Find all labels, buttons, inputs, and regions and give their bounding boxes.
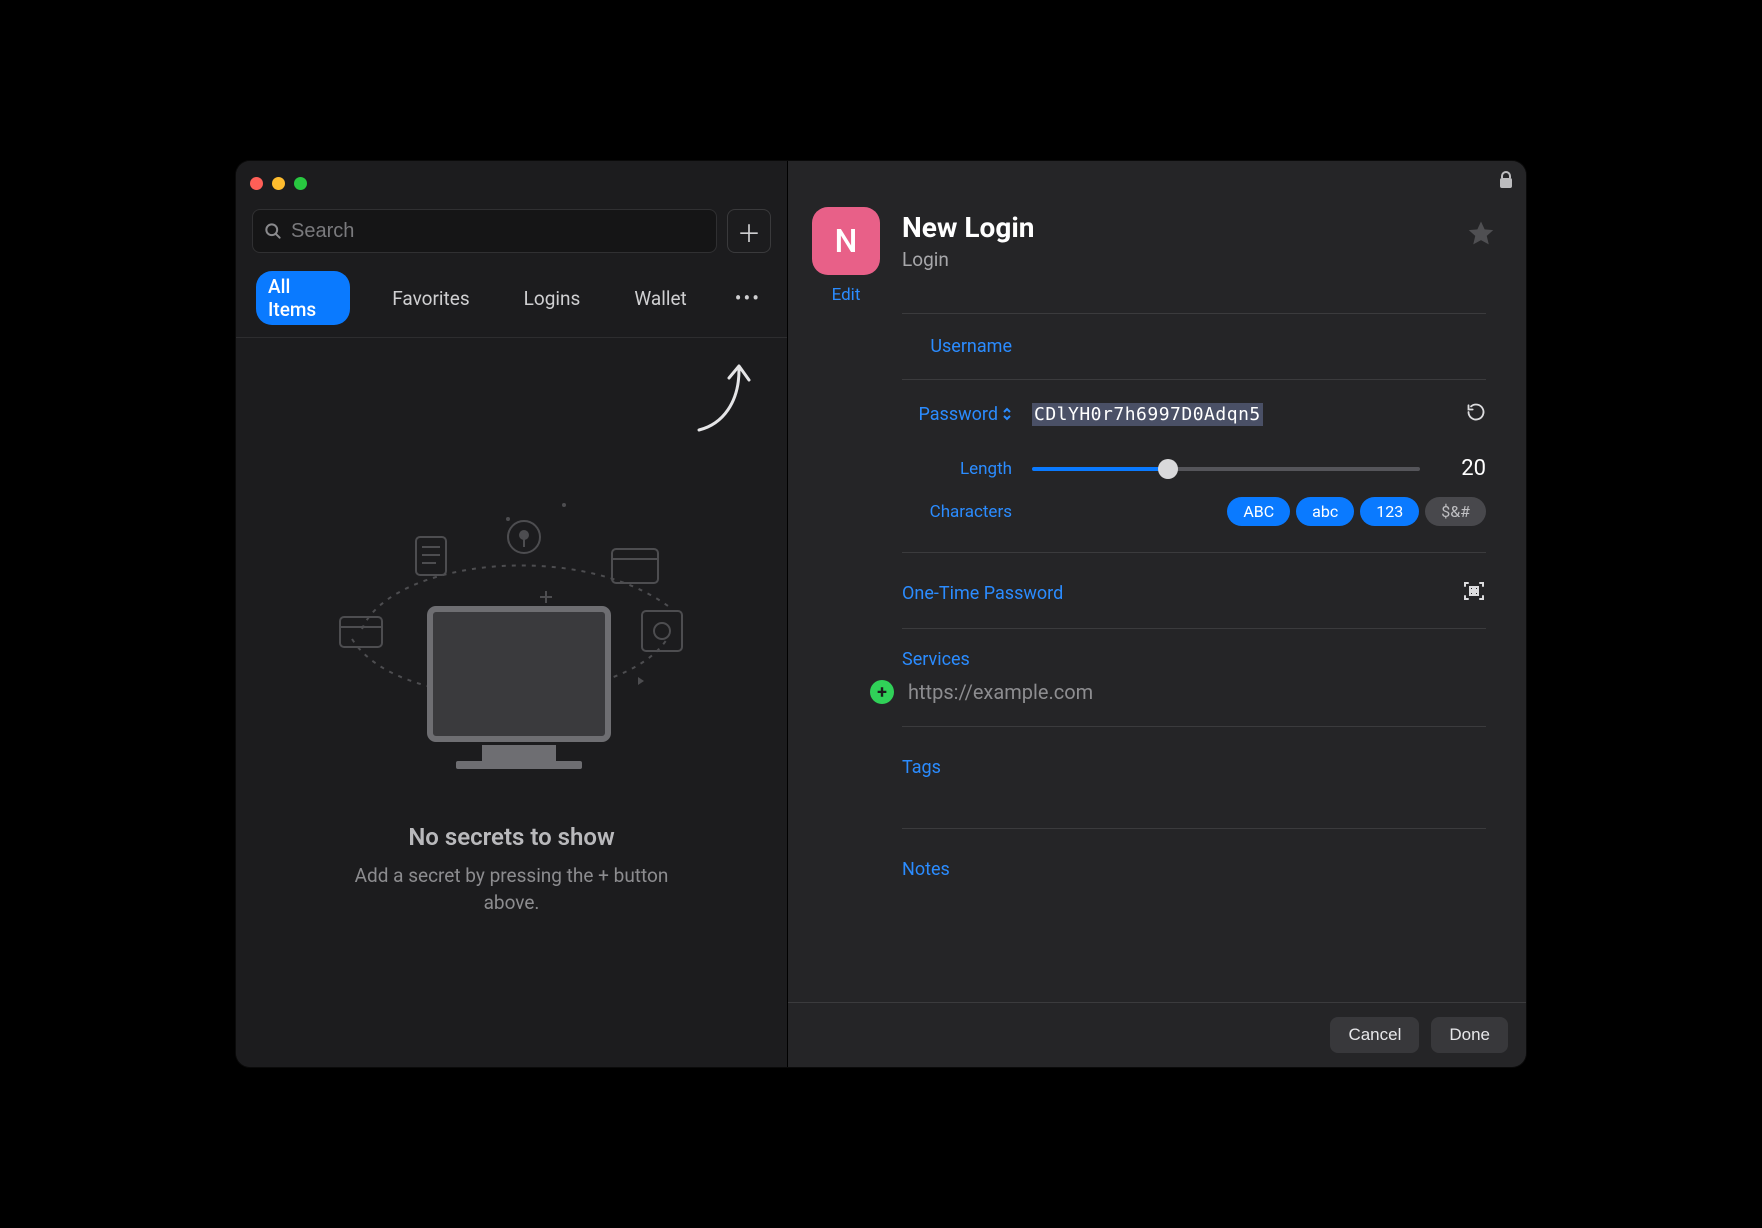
length-row: Length 20: [902, 448, 1516, 489]
username-label: Username: [902, 336, 1012, 357]
search-icon: [263, 221, 283, 241]
characters-row: Characters ABC abc 123 $&#: [902, 489, 1516, 552]
length-slider[interactable]: [1032, 467, 1420, 471]
tab-wallet[interactable]: Wallet: [622, 283, 698, 314]
qr-scan-icon[interactable]: [1462, 579, 1486, 608]
empty-state: No secrets to show Add a secret by press…: [236, 338, 787, 1067]
window-minimize-button[interactable]: [272, 177, 285, 190]
service-placeholder: https://example.com: [908, 680, 1093, 704]
tab-more[interactable]: •••: [729, 286, 767, 310]
length-value: 20: [1456, 456, 1486, 481]
item-title[interactable]: New Login: [902, 211, 1444, 244]
app-window: ＋ All Items Favorites Logins Wallet •••: [236, 161, 1526, 1067]
titlebar: [236, 161, 787, 191]
sidebar: ＋ All Items Favorites Logins Wallet •••: [236, 161, 788, 1067]
otp-row[interactable]: One-Time Password: [902, 553, 1516, 614]
password-row[interactable]: Password CDlYH0r7h6997D0Adqn5: [902, 380, 1516, 448]
tabs: All Items Favorites Logins Wallet •••: [236, 253, 787, 338]
tags-label[interactable]: Tags: [902, 727, 1516, 828]
empty-illustration: [322, 489, 702, 793]
footer: Cancel Done: [788, 1002, 1526, 1067]
service-row[interactable]: + https://example.com: [870, 676, 1516, 726]
add-item-button[interactable]: ＋: [727, 209, 771, 253]
lock-icon[interactable]: [1498, 171, 1514, 193]
tab-all-items[interactable]: All Items: [256, 271, 350, 325]
length-label: Length: [902, 459, 1012, 479]
add-service-icon[interactable]: +: [870, 680, 894, 704]
edit-avatar-link[interactable]: Edit: [832, 285, 861, 305]
item-type-label: Login: [902, 248, 1444, 271]
done-button[interactable]: Done: [1431, 1017, 1508, 1053]
tab-logins[interactable]: Logins: [512, 283, 593, 314]
search-row: ＋: [236, 191, 787, 253]
password-label[interactable]: Password: [902, 404, 1012, 425]
chevron-updown-icon: [1002, 407, 1012, 421]
username-row[interactable]: Username: [902, 314, 1516, 379]
tab-favorites[interactable]: Favorites: [380, 283, 481, 314]
char-symbols-toggle[interactable]: $&#: [1425, 497, 1486, 526]
item-avatar[interactable]: N: [812, 207, 880, 275]
services-label: Services: [902, 629, 1516, 676]
arrow-hint-icon: [693, 358, 753, 440]
window-close-button[interactable]: [250, 177, 263, 190]
cancel-button[interactable]: Cancel: [1330, 1017, 1419, 1053]
char-lower-toggle[interactable]: abc: [1296, 497, 1354, 526]
otp-label: One-Time Password: [902, 583, 1063, 604]
search-field[interactable]: [252, 209, 717, 253]
search-input[interactable]: [291, 220, 706, 243]
regenerate-icon[interactable]: [1466, 402, 1486, 426]
notes-label[interactable]: Notes: [902, 829, 1516, 930]
detail-pane: N Edit New Login Login Username Password: [788, 161, 1526, 1067]
favorite-star-icon[interactable]: [1466, 219, 1496, 257]
window-zoom-button[interactable]: [294, 177, 307, 190]
empty-subtitle: Add a secret by pressing the + button ab…: [352, 863, 672, 916]
password-value[interactable]: CDlYH0r7h6997D0Adqn5: [1032, 403, 1263, 426]
char-digits-toggle[interactable]: 123: [1360, 497, 1419, 526]
characters-label: Characters: [902, 502, 1012, 522]
empty-title: No secrets to show: [408, 823, 614, 851]
char-upper-toggle[interactable]: ABC: [1227, 497, 1290, 526]
